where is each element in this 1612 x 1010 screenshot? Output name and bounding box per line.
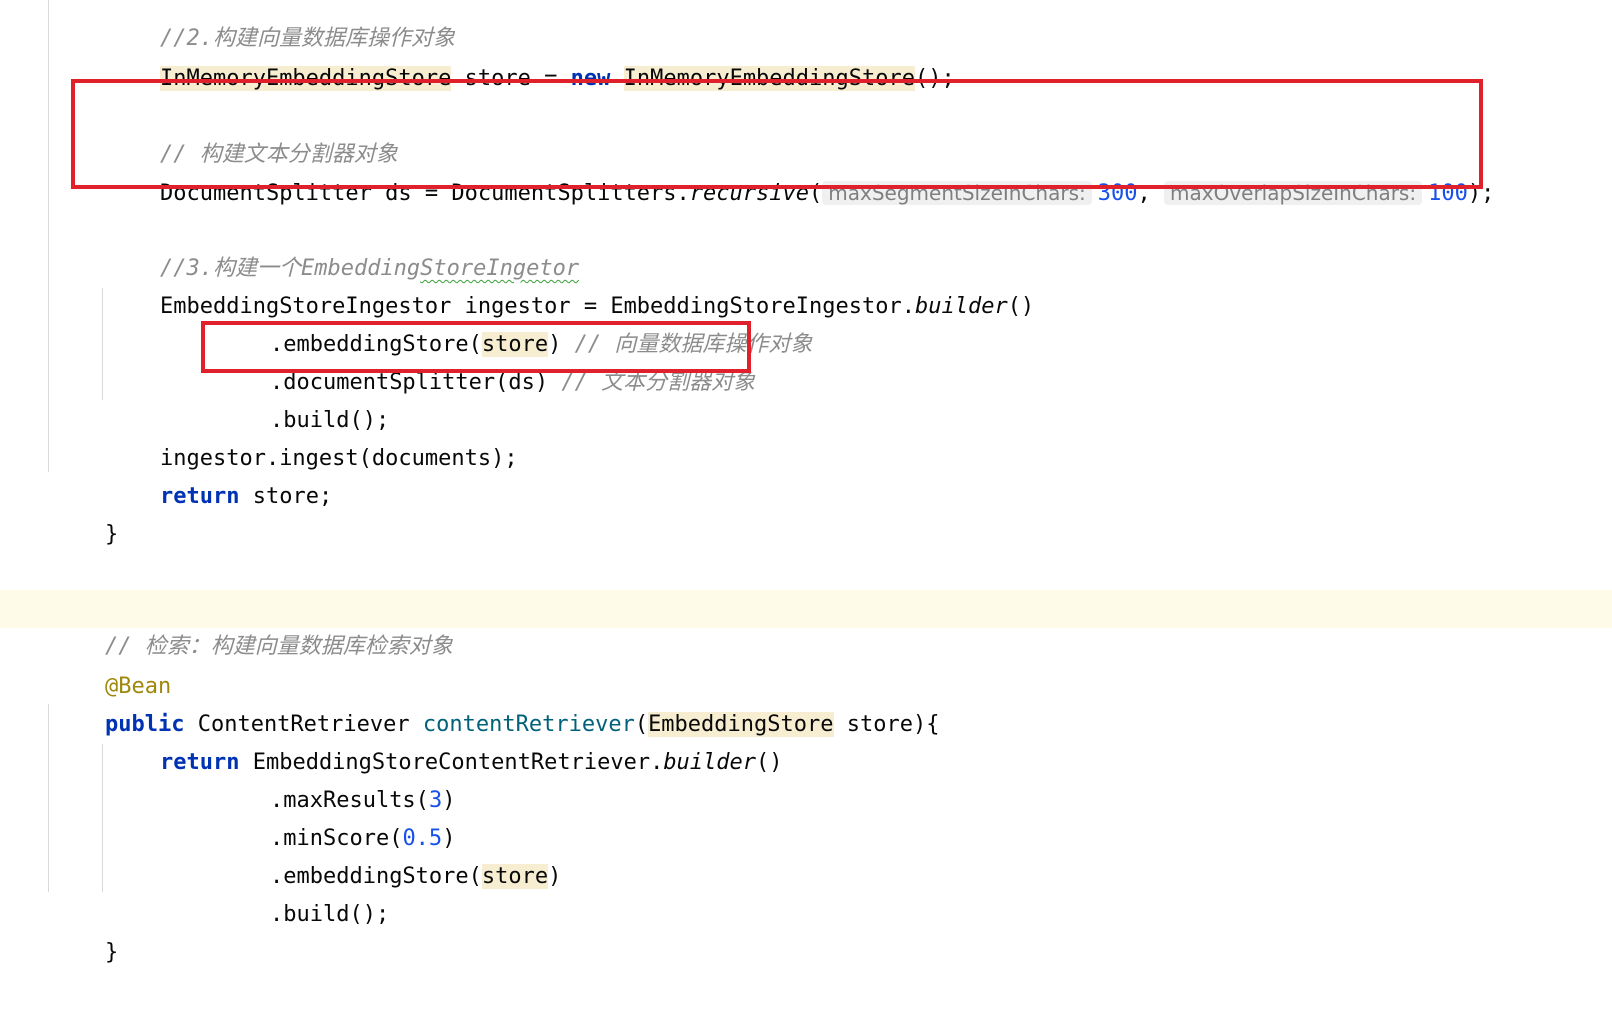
indent-guide — [48, 0, 49, 472]
code-line[interactable]: .maxResults(3) — [217, 744, 455, 813]
indent-guide — [102, 744, 103, 892]
code-editor[interactable]: //2.构建向量数据库操作对象 InMemoryEmbeddingStore s… — [0, 0, 1612, 968]
code-line[interactable]: //3.构建一个EmbeddingStoreIngetor — [107, 212, 579, 281]
code-line[interactable]: return EmbeddingStoreContentRetriever.bu… — [107, 706, 783, 775]
code-line[interactable]: } — [52, 896, 118, 965]
keyword: return — [159, 484, 240, 509]
code-line[interactable]: .embeddingStore(store) — [217, 820, 561, 889]
code-line[interactable]: InMemoryEmbeddingStore store = new InMem… — [107, 22, 955, 91]
code-line[interactable]: } — [52, 478, 118, 547]
variable-reference[interactable]: store — [481, 864, 549, 889]
code-line[interactable]: .minScore(0.5) — [217, 782, 455, 851]
comment: // 文本分割器对象 — [548, 370, 756, 395]
indent-guide — [102, 288, 103, 400]
callout-box — [71, 79, 1483, 189]
code-line[interactable]: // 检索：构建向量数据库检索对象 — [52, 590, 453, 659]
code-line[interactable]: ingestor.ingest(documents); — [107, 402, 518, 471]
method-call[interactable]: builder — [663, 750, 756, 775]
method-call[interactable]: builder — [915, 294, 1008, 319]
code-line[interactable]: //2.构建向量数据库操作对象 — [107, 0, 455, 51]
code-line[interactable]: @Bean — [52, 630, 171, 699]
code-line[interactable]: public ContentRetriever contentRetriever… — [52, 668, 939, 737]
code-line[interactable]: EmbeddingStoreIngestor ingestor = Embedd… — [107, 250, 1034, 319]
code-line[interactable]: .build(); — [217, 858, 389, 927]
indent-guide — [48, 704, 49, 892]
code-line[interactable]: return store; — [107, 440, 332, 509]
callout-box — [201, 321, 751, 373]
